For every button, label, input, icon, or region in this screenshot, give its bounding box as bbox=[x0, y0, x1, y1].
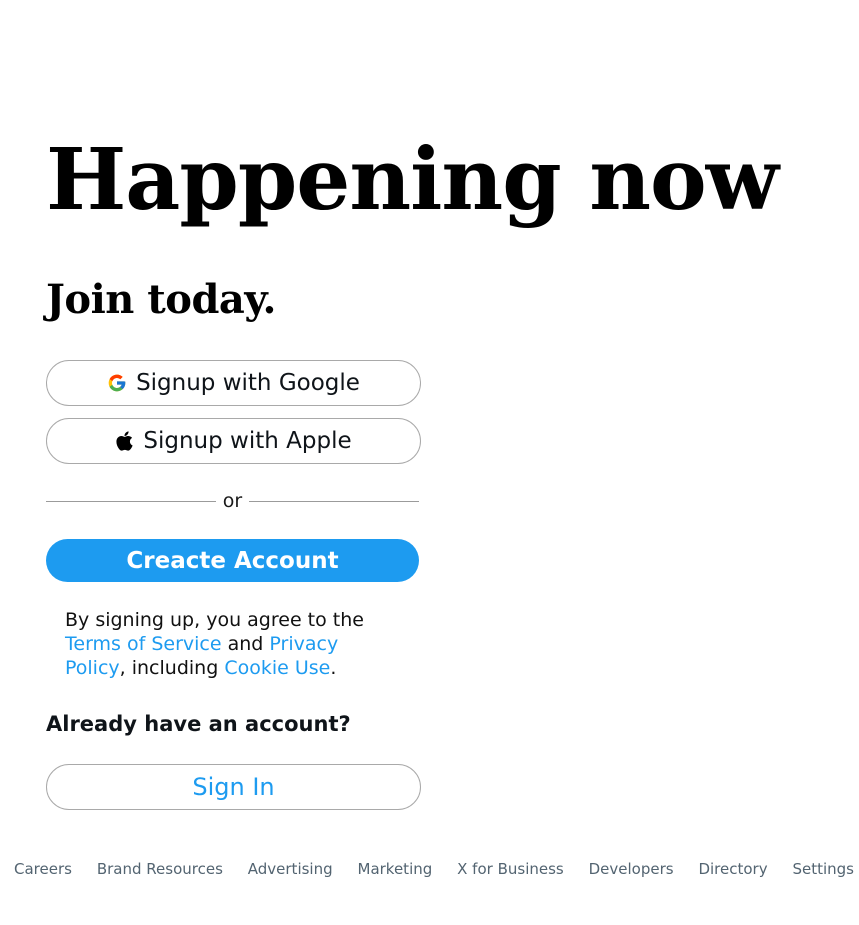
sign-in-button[interactable]: Sign In bbox=[46, 764, 421, 810]
divider-line-right bbox=[249, 500, 419, 502]
page-title: Happening now bbox=[46, 130, 779, 230]
apple-icon bbox=[115, 430, 134, 452]
footer-link-brand-resources[interactable]: Brand Resources bbox=[97, 859, 223, 879]
footer-link-marketing[interactable]: Marketing bbox=[358, 859, 433, 879]
signup-apple-label: Signup with Apple bbox=[143, 428, 352, 454]
footer-nav: Careers Brand Resources Advertising Mark… bbox=[14, 859, 854, 879]
footer-link-settings[interactable]: Settings bbox=[792, 859, 854, 879]
google-g-icon bbox=[107, 373, 127, 393]
already-have-account-heading: Already have an account? bbox=[46, 712, 351, 736]
terms-notice: By signing up, you agree to the Terms of… bbox=[65, 608, 395, 680]
join-heading: Join today. bbox=[46, 276, 276, 323]
divider-or-text: or bbox=[222, 490, 243, 512]
footer-link-careers[interactable]: Careers bbox=[14, 859, 72, 879]
terms-including: , including bbox=[119, 657, 225, 679]
cookie-use-link[interactable]: Cookie Use bbox=[224, 657, 330, 679]
footer-link-x-for-business[interactable]: X for Business bbox=[457, 859, 564, 879]
signup-google-label: Signup with Google bbox=[136, 370, 360, 396]
signup-apple-button[interactable]: Signup with Apple bbox=[46, 418, 421, 464]
footer-link-developers[interactable]: Developers bbox=[589, 859, 674, 879]
terms-of-service-link[interactable]: Terms of Service bbox=[65, 633, 222, 655]
footer-link-directory[interactable]: Directory bbox=[698, 859, 767, 879]
terms-and: and bbox=[221, 633, 270, 655]
footer-link-advertising[interactable]: Advertising bbox=[248, 859, 333, 879]
terms-prefix: By signing up, you agree to the bbox=[65, 609, 364, 631]
create-account-button[interactable]: Creacte Account bbox=[46, 539, 419, 582]
divider-line-left bbox=[46, 500, 216, 502]
or-divider: or bbox=[46, 490, 419, 512]
signup-google-button[interactable]: Signup with Google bbox=[46, 360, 421, 406]
terms-suffix: . bbox=[330, 657, 337, 679]
